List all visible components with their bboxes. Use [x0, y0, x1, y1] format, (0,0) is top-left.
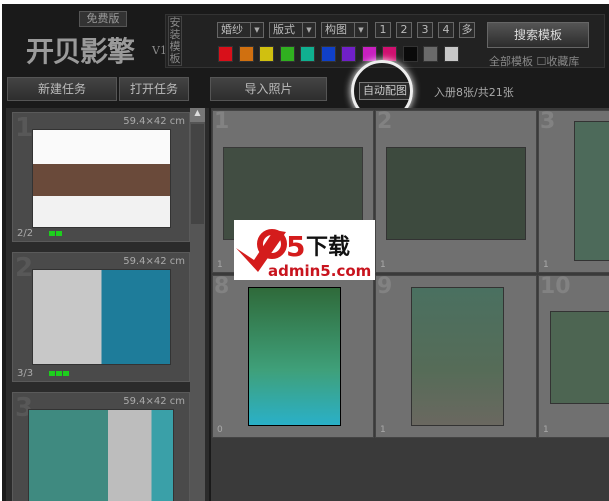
page-card[interactable]: 2 59.4×42 cm 3/3	[12, 252, 190, 382]
count-3-button[interactable]: 3	[417, 22, 433, 38]
search-template-button[interactable]: 搜索模板	[487, 22, 589, 48]
dropdown-value: 构图	[325, 23, 347, 36]
all-templates-link[interactable]: 全部模板	[489, 55, 533, 68]
photo-use-count: 1	[217, 260, 223, 270]
photo-thumbnail	[574, 121, 609, 261]
photo-number: 1	[214, 109, 230, 134]
photo-number: 9	[377, 274, 393, 299]
color-swatch[interactable]	[402, 46, 418, 62]
svg-text:admin5.com: admin5.com	[268, 262, 371, 280]
photo-use-count: 1	[543, 260, 549, 270]
import-photos-button[interactable]: 导入照片	[210, 77, 327, 101]
page-photo-count: 3/3	[17, 368, 34, 379]
photo-number: 3	[540, 109, 556, 134]
photo-thumbnail	[248, 287, 341, 426]
install-template-label[interactable]: 安装模板	[168, 16, 182, 66]
count-2-button[interactable]: 2	[396, 22, 412, 38]
page-number: 1	[15, 113, 34, 143]
layout-dropdown[interactable]: 版式 ▼	[269, 22, 316, 38]
color-swatch[interactable]	[443, 46, 459, 62]
color-swatch[interactable]	[341, 46, 356, 62]
edition-badge: 免费版	[79, 11, 127, 27]
composition-dropdown[interactable]: 构图 ▼	[321, 22, 368, 38]
color-swatch[interactable]	[300, 46, 315, 62]
photo-cell[interactable]: 91	[375, 274, 537, 438]
page-size: 59.4×42 cm	[123, 396, 185, 407]
new-task-button[interactable]: 新建任务	[7, 77, 117, 101]
page-card[interactable]: 3 59.4×42 cm	[12, 392, 190, 501]
page-photo-count: 2/2	[17, 228, 34, 239]
favorites-checkbox[interactable]: ☐	[537, 55, 547, 68]
svg-text:5: 5	[286, 230, 305, 263]
photo-use-count: 1	[380, 425, 386, 435]
color-swatch[interactable]	[361, 46, 377, 62]
photo-use-count: 1	[380, 260, 386, 270]
color-swatch[interactable]	[259, 46, 274, 62]
photo-cell[interactable]: 10 1	[538, 274, 609, 438]
photo-use-count: 0	[217, 425, 223, 435]
color-swatch[interactable]	[320, 46, 336, 62]
chevron-down-icon: ▼	[250, 23, 263, 37]
count-1-button[interactable]: 1	[375, 22, 391, 38]
photo-thumbnail	[550, 311, 609, 404]
style-dropdown[interactable]: 婚纱 ▼	[217, 22, 264, 38]
page-thumbnail	[28, 409, 174, 501]
photo-thumbnail	[411, 287, 504, 426]
dropdown-value: 婚纱	[221, 23, 243, 36]
color-swatch[interactable]	[218, 46, 233, 62]
photo-number: 2	[377, 109, 393, 134]
color-swatch[interactable]	[423, 46, 438, 62]
count-many-button[interactable]: 多	[459, 22, 475, 38]
color-swatch[interactable]	[279, 46, 295, 62]
photo-cell[interactable]: 21	[375, 109, 537, 273]
photo-cell[interactable]: 80	[212, 274, 374, 438]
photo-indicator	[49, 231, 62, 236]
page-number: 2	[15, 253, 34, 283]
scroll-thumb[interactable]	[191, 124, 204, 224]
color-swatch[interactable]	[238, 46, 254, 62]
page-list: 1 59.4×42 cm 2/2 2 59.4×42 cm 3/3 3 59.4×42…	[6, 108, 209, 501]
photo-use-count: 1	[543, 425, 549, 435]
chevron-down-icon: ▼	[354, 23, 367, 37]
page-size: 59.4×42 cm	[123, 256, 185, 267]
photo-number: 10	[540, 274, 571, 299]
page-thumbnail	[32, 129, 171, 228]
page-thumbnail	[32, 269, 171, 365]
photo-number: 8	[214, 274, 230, 299]
photo-thumbnail	[386, 147, 526, 240]
photo-grid: 11 21 31 80 91 10 1	[211, 108, 609, 501]
page-list-scrollbar[interactable]: ▲	[190, 108, 205, 501]
svg-text:下载: 下载	[306, 234, 350, 260]
scroll-up-arrow[interactable]: ▲	[190, 108, 205, 122]
dropdown-value: 版式	[273, 23, 295, 36]
count-4-button[interactable]: 4	[438, 22, 454, 38]
photo-cell[interactable]: 31	[538, 109, 609, 273]
photo-indicator	[49, 371, 69, 376]
chevron-down-icon: ▼	[302, 23, 315, 37]
watermark-logo: 5 下载 admin5.com	[234, 220, 375, 280]
favorites-label: 收藏库	[546, 55, 580, 68]
photo-count: 入册8张/共21张	[434, 86, 514, 99]
template-filters: 全部模板 ☐收藏库	[489, 53, 579, 69]
page-size: 59.4×42 cm	[123, 116, 185, 127]
open-task-button[interactable]: 打开任务	[119, 77, 189, 101]
app-logo: 开贝影擎	[26, 35, 135, 68]
page-card[interactable]: 1 59.4×42 cm 2/2	[12, 112, 190, 242]
